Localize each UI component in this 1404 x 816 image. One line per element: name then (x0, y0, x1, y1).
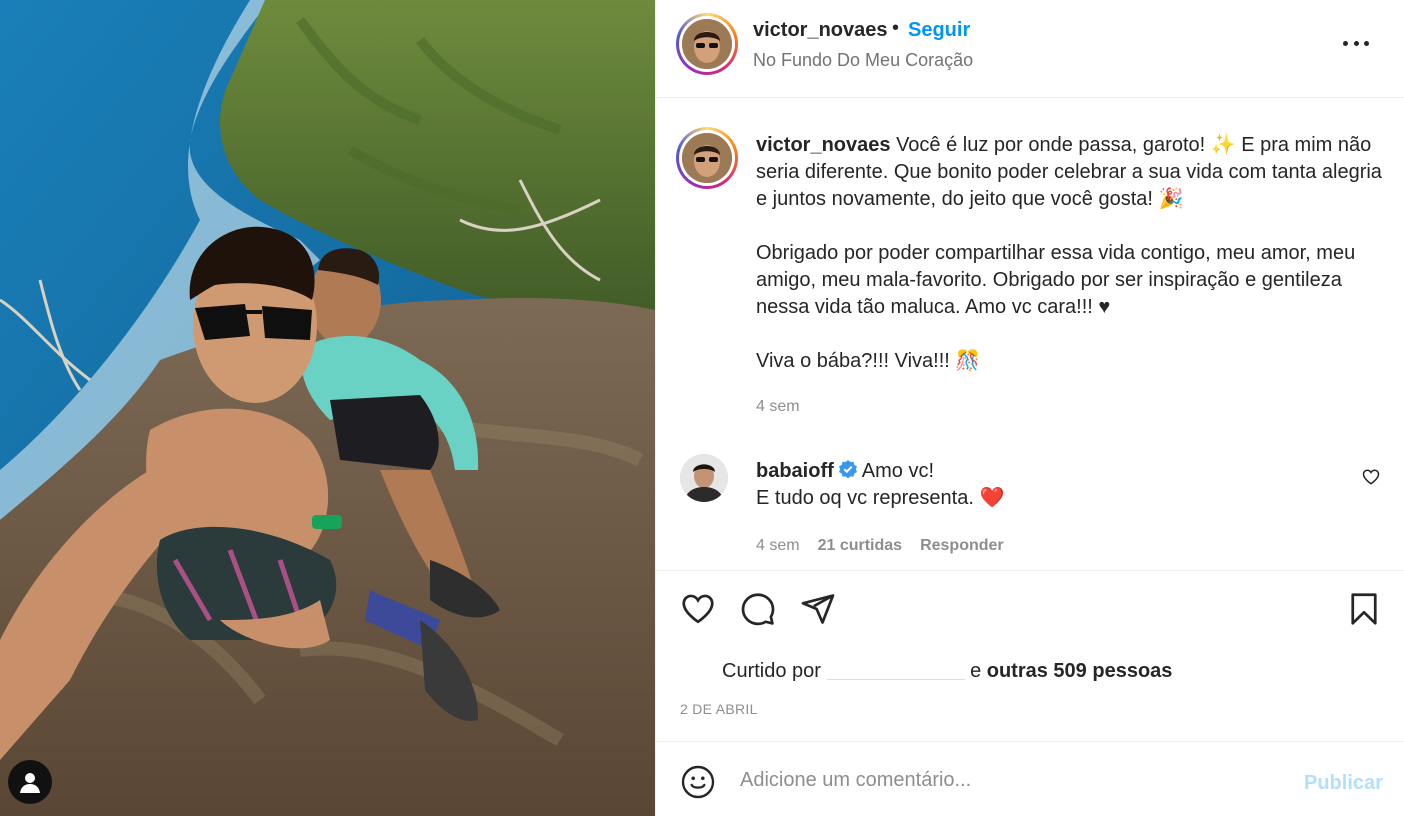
paper-plane-icon (801, 594, 835, 624)
comment-item: babaioff Amo vc! E tudo oq vc representa.… (656, 440, 1404, 570)
smiley-icon (681, 765, 715, 799)
instagram-post: victor_novaes • Seguir No Fundo Do Meu C… (0, 0, 1404, 816)
share-button[interactable] (800, 591, 836, 632)
post-header: victor_novaes • Seguir No Fundo Do Meu C… (656, 0, 1404, 98)
caption-text: victor_novaes Você é luz por onde passa,… (756, 132, 1388, 375)
commenter-username-link[interactable]: babaioff (756, 460, 834, 482)
location-link[interactable]: No Fundo Do Meu Coração (753, 50, 973, 71)
post-date[interactable]: 2 DE ABRIL (680, 701, 758, 717)
comment-bubble-icon (741, 593, 775, 626)
like-button[interactable] (680, 591, 716, 632)
action-bar (656, 570, 1404, 650)
verified-badge-icon (838, 460, 857, 479)
liker-username-redacted[interactable] (826, 662, 965, 680)
heart-icon (682, 594, 714, 624)
comment-reply-button[interactable]: Responder (920, 537, 1004, 555)
author-username-link[interactable]: victor_novaes (753, 19, 888, 42)
caption-avatar-image (682, 133, 732, 183)
publish-button[interactable]: Publicar (1304, 772, 1383, 795)
commenter-avatar[interactable] (680, 454, 728, 502)
tagged-users-button[interactable] (8, 760, 52, 804)
bookmark-icon (1351, 593, 1377, 625)
commenter-avatar-image (680, 454, 728, 502)
more-options-button[interactable] (1340, 31, 1372, 55)
comment-meta: 4 sem 21 curtidas Responder (756, 537, 1004, 555)
comment-text: babaioff Amo vc! E tudo oq vc representa.… (756, 458, 1316, 512)
caption-body: Você é luz por onde passa, garoto! ✨ E p… (756, 134, 1382, 372)
comment-likes-count[interactable]: 21 curtidas (818, 537, 902, 555)
author-avatar[interactable] (676, 13, 738, 75)
follow-button[interactable]: Seguir (908, 19, 970, 42)
likes-connector: e (970, 660, 982, 682)
add-comment-bar: Publicar (656, 741, 1404, 816)
comment-button[interactable] (740, 591, 776, 632)
heart-outline-icon (1362, 469, 1380, 485)
more-horizontal-icon (1343, 40, 1348, 46)
comment-timestamp[interactable]: 4 sem (756, 537, 800, 555)
comment-like-button[interactable] (1362, 468, 1380, 491)
comment-input[interactable] (740, 764, 1280, 796)
caption-timestamp[interactable]: 4 sem (756, 398, 800, 416)
likes-others-link[interactable]: outras 509 pessoas (987, 660, 1173, 682)
author-avatar-image (682, 19, 732, 69)
separator-dot: • (892, 17, 900, 39)
caption-author-avatar[interactable] (676, 127, 738, 189)
user-tag-icon (20, 773, 40, 793)
likes-summary: Curtido por e outras 509 pessoas (722, 660, 1172, 683)
post-photo[interactable] (0, 0, 655, 816)
caption-username-link[interactable]: victor_novaes (756, 134, 891, 156)
post-details-panel: victor_novaes • Seguir No Fundo Do Meu C… (655, 0, 1404, 816)
emoji-button[interactable] (680, 764, 716, 805)
save-button[interactable] (1346, 591, 1382, 632)
selfie-photo-illustration (0, 0, 655, 816)
likes-prefix: Curtido por (722, 660, 821, 682)
